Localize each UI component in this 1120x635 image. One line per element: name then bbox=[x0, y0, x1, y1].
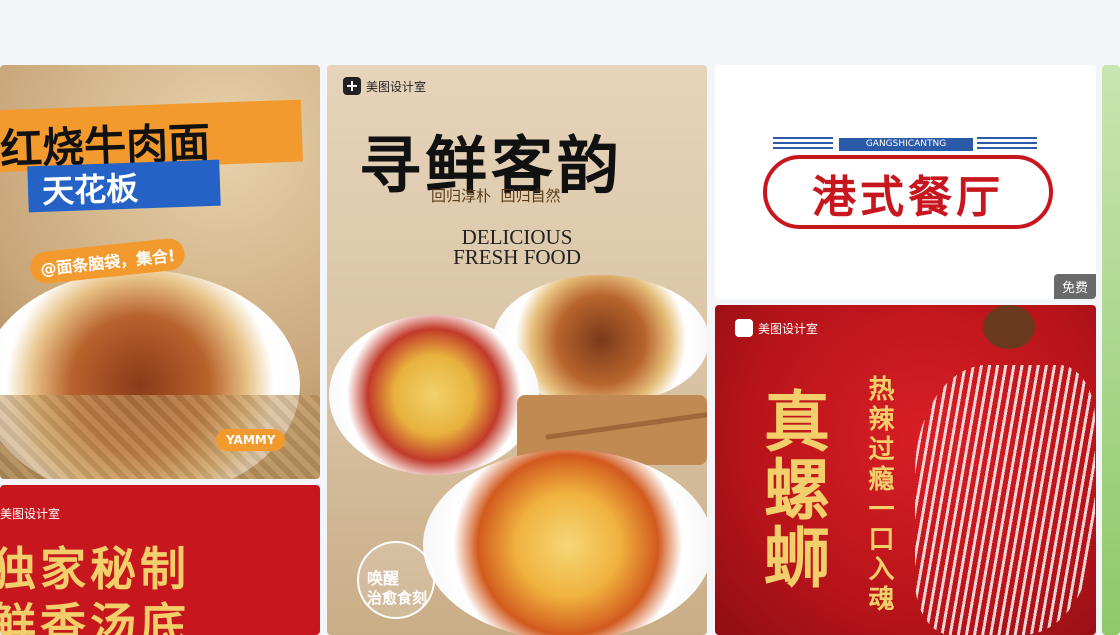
stripes-right bbox=[977, 137, 1037, 151]
poster-slogan: 回归淳朴 回归自然 bbox=[431, 187, 561, 205]
brand-logo-icon bbox=[343, 77, 361, 95]
brand-watermark: 美图设计室 bbox=[735, 319, 818, 337]
template-card-secret-soup[interactable]: 美图设计室 独家秘制 鲜香汤底 bbox=[0, 485, 320, 635]
vertical-slogan: 热辣过瘾一口入魂 bbox=[864, 375, 894, 615]
bowl-middle-left bbox=[329, 315, 539, 475]
template-card-hk-restaurant[interactable]: GANGSHICANTNG 港式餐厅 免费 bbox=[715, 65, 1096, 299]
stripes-left bbox=[773, 137, 833, 151]
subtitle: 天花板 bbox=[41, 169, 139, 211]
yammy-badge: YAMMY bbox=[216, 429, 286, 451]
chestnut-image bbox=[983, 305, 1035, 349]
big-title: 真螺蛳 bbox=[753, 387, 830, 591]
brand-name: 美图设计室 bbox=[366, 79, 427, 94]
line-2: 鲜香汤底 bbox=[0, 598, 190, 635]
corner-line-2: 治愈食刻 bbox=[367, 589, 428, 607]
template-card-snail-noodle[interactable]: 美图设计室 真螺蛳 热辣过瘾一口入魂 bbox=[715, 305, 1096, 635]
top-bar bbox=[0, 0, 1120, 64]
free-badge: 免费 bbox=[1053, 274, 1096, 299]
template-card-partial[interactable] bbox=[1102, 65, 1120, 635]
template-card-fresh-noodle[interactable]: 美图设计室 寻鲜客韵 回归淳朴 回归自然 DELICIOUS FRESH FOO… bbox=[327, 65, 707, 635]
brand-watermark: 美图设计室 bbox=[343, 77, 426, 95]
noodle-strands-image bbox=[915, 365, 1095, 635]
template-card-beef-noodle[interactable]: 红烧牛肉面 天花板 @面条脑袋，集合! YAMMY bbox=[0, 65, 320, 479]
brand-logo-icon bbox=[735, 319, 753, 337]
brand-name: 美图设计室 bbox=[758, 321, 819, 336]
small-label: GANGSHICANTNG bbox=[839, 138, 973, 151]
corner-line-1: 唤醒 bbox=[367, 569, 400, 588]
brand-name: 美图设计室 bbox=[0, 507, 61, 521]
en-line-2: FRESH FOOD bbox=[453, 245, 581, 269]
bowl-bottom bbox=[423, 450, 707, 635]
restaurant-title: 港式餐厅 bbox=[812, 172, 1004, 223]
